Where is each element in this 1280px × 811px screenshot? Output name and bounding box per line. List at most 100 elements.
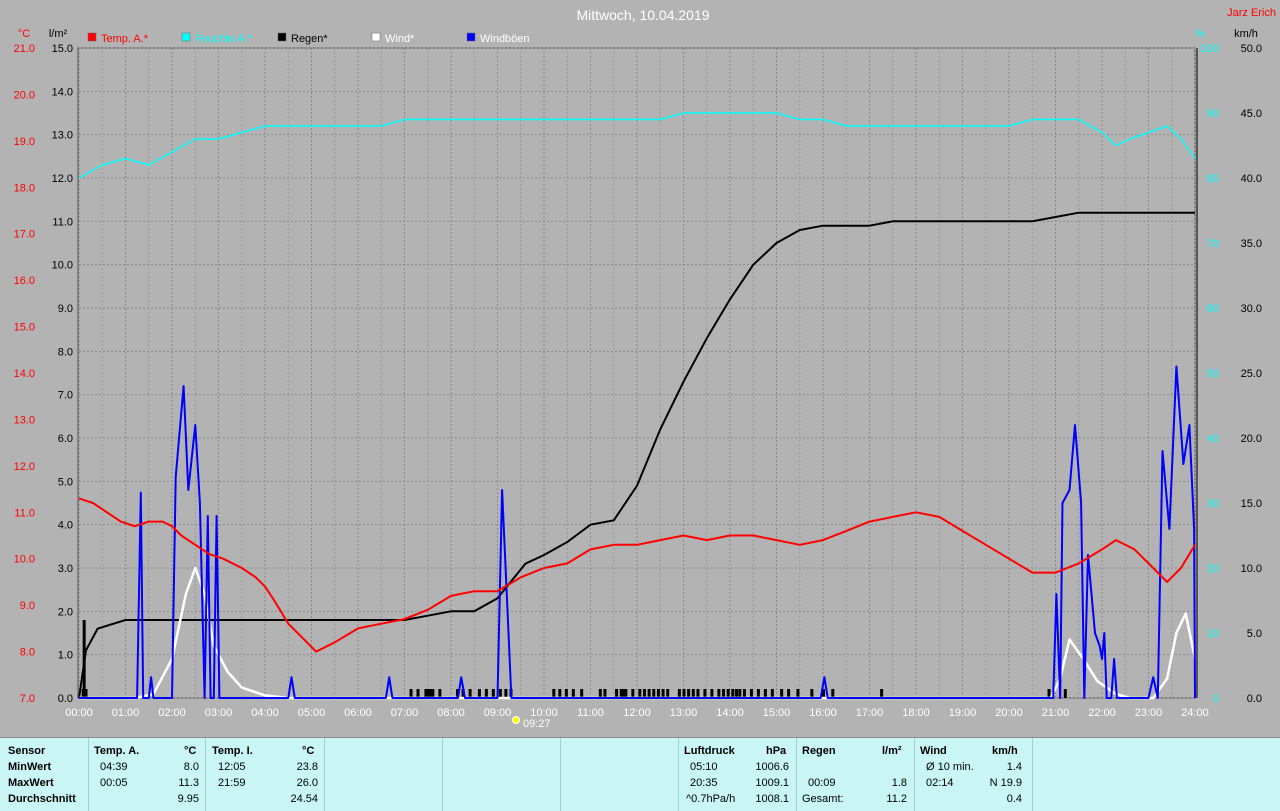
humidity-tick-label: 50 (1207, 368, 1219, 380)
wind-avg-label: Ø 10 min. (926, 761, 974, 773)
rain-bar (638, 689, 642, 698)
temp-tick-label: 19.0 (14, 136, 35, 148)
temp-tick-label: 10.0 (14, 554, 35, 566)
temp-a-unit: °C (184, 745, 197, 757)
temp-a-min-time: 04:39 (100, 761, 128, 773)
chart-title: Mittwoch, 10.04.2019 (576, 7, 709, 23)
wind-avg: 1.4 (1006, 761, 1022, 773)
rain-total: 11.2 (886, 793, 907, 805)
rain-bar (484, 689, 488, 698)
rain-bar (717, 689, 721, 698)
temp-i-avg: 24.54 (290, 793, 318, 805)
humidity-tick-label: 90 (1207, 108, 1219, 120)
temp-i-unit: °C (302, 745, 315, 757)
rain-tick-label: 13.0 (52, 130, 73, 142)
rain-tick-label: 12.0 (52, 173, 73, 185)
rain-bar (726, 689, 730, 698)
temp-tick-label: 7.0 (20, 693, 35, 705)
wind-unit-label: km/h (1234, 28, 1258, 40)
legend-swatch (277, 32, 287, 42)
rain-bar (770, 689, 774, 698)
rain-tick-label: 11.0 (52, 216, 73, 228)
legend-swatch (466, 32, 476, 42)
wind-tick-label: 10.0 (1241, 563, 1262, 575)
rain-bar (603, 689, 607, 698)
rain-bar (703, 689, 707, 698)
sun-time-label: 09:27 (523, 718, 551, 730)
humidity-tick-label: 30 (1207, 498, 1219, 510)
wind-mean: 0.4 (1006, 793, 1022, 805)
pressure-avg: 1008.1 (755, 793, 789, 805)
time-tick-label: 01:00 (112, 707, 140, 719)
rain-bar (558, 689, 562, 698)
rain-tick-label: 3.0 (58, 563, 73, 575)
weather-chart: Mittwoch, 10.04.2019 Jarz Erich °C l/m² … (14, 7, 1276, 730)
rain-bar (468, 689, 472, 698)
pressure-trend-label: ^0.7hPa/h (686, 793, 736, 805)
rain-tick-label: 14.0 (52, 86, 73, 98)
sun-icon (512, 716, 520, 724)
temp-tick-label: 14.0 (14, 368, 35, 380)
pressure-max-time: 20:35 (690, 777, 718, 789)
rain-bar (571, 689, 575, 698)
maxwert-label: MaxWert (8, 777, 54, 789)
wind-header: Wind (920, 745, 947, 757)
rain-bar (691, 689, 695, 698)
author-label: Jarz Erich (1227, 7, 1276, 19)
time-tick-label: 04:00 (251, 707, 279, 719)
wind-max-time: 02:14 (926, 777, 954, 789)
rain-tick-label: 7.0 (58, 390, 73, 402)
rain-bar (564, 689, 568, 698)
rain-bar (431, 689, 435, 698)
rain-bar (631, 689, 635, 698)
chart-legend: Temp. A.* Feuchte A.* Regen* Wind* Windböen (87, 32, 530, 45)
rain-bar (831, 689, 835, 698)
time-tick-label: 00:00 (65, 707, 93, 719)
temp-a-min: 8.0 (183, 761, 199, 773)
temp-a-header: Temp. A. (94, 745, 140, 757)
rain-max: 1.8 (891, 777, 907, 789)
rain-bar (615, 689, 619, 698)
legend-label: Temp. A.* (101, 33, 149, 45)
rain-bar (498, 689, 502, 698)
rain-bar (552, 689, 556, 698)
rain-bar (756, 689, 760, 698)
rain-bar (763, 689, 767, 698)
rain-bar (696, 689, 700, 698)
time-tick-label: 16:00 (809, 707, 837, 719)
durchschnitt-label: Durchschnitt (8, 793, 76, 805)
time-tick-label: 09:00 (484, 707, 512, 719)
time-tick-label: 23:00 (1135, 707, 1163, 719)
temp-tick-label: 20.0 (14, 89, 35, 101)
time-tick-label: 05:00 (298, 707, 326, 719)
temp-tick-label: 8.0 (20, 647, 35, 659)
temp-tick-label: 13.0 (14, 414, 35, 426)
humidity-tick-label: 80 (1207, 173, 1219, 185)
wind-tick-label: 0.0 (1247, 693, 1262, 705)
sun-marker: 09:27 (512, 716, 551, 730)
rain-max-time: 00:09 (808, 777, 836, 789)
time-tick-label: 18:00 (902, 707, 930, 719)
wind-tick-label: 5.0 (1247, 628, 1262, 640)
rain-tick-label: 0.0 (58, 693, 73, 705)
wind-tick-label: 35.0 (1241, 238, 1262, 250)
pressure-unit: hPa (766, 745, 787, 757)
time-tick-label: 14:00 (716, 707, 744, 719)
rain-bar (735, 689, 739, 698)
rain-bar (682, 689, 686, 698)
time-tick-label: 11:00 (577, 707, 604, 719)
legend-swatch (87, 32, 97, 42)
humidity-tick-label: 60 (1207, 303, 1219, 315)
rain-bar (731, 689, 735, 698)
temp-i-max: 26.0 (296, 777, 318, 789)
temp-a-avg: 9.95 (177, 793, 199, 805)
rain-bar (687, 689, 691, 698)
time-tick-label: 21:00 (1042, 707, 1070, 719)
legend-label: Wind* (385, 33, 415, 45)
temp-tick-label: 12.0 (14, 461, 35, 473)
temp-i-max-time: 21:59 (218, 777, 246, 789)
humidity-tick-label: 20 (1207, 563, 1219, 575)
legend-label: Windböen (480, 33, 530, 45)
temp-tick-label: 17.0 (14, 229, 35, 241)
rain-bar (661, 689, 665, 698)
